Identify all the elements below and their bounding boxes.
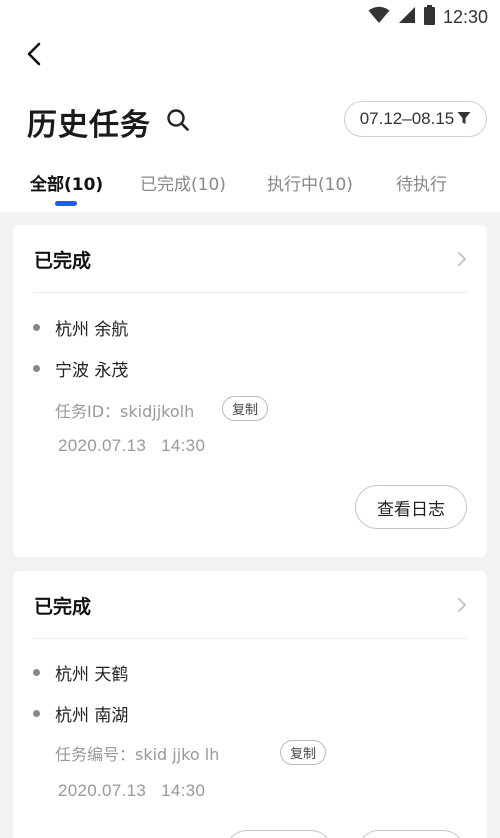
back-button[interactable]: [18, 38, 50, 74]
battery-icon: [423, 5, 435, 29]
task-id: 任务编号：skid jjko lh: [55, 745, 220, 764]
task-time: 2020.07.13 14:30: [58, 436, 206, 455]
active-tab-indicator: [55, 201, 77, 206]
search-icon: [166, 108, 190, 136]
route-end: 杭州 南湖: [33, 701, 128, 726]
route-start-label: 杭州 天鹤: [55, 665, 129, 685]
status-time: 12:30: [442, 6, 488, 27]
tab-completed[interactable]: 已完成(10): [140, 170, 226, 195]
card-action-button[interactable]: [357, 830, 465, 838]
back-arrow-icon: [26, 42, 42, 70]
task-card[interactable]: 已完成 杭州 余航 宁波 永茂 任务ID：skidjjkolh 复制 2020.…: [13, 225, 487, 557]
copy-button[interactable]: 复制: [222, 396, 269, 421]
route-start: 杭州 余航: [33, 315, 128, 340]
route-end-label: 宁波 永茂: [55, 361, 129, 381]
signal-icon: [398, 6, 416, 28]
status-bar: 12:30: [0, 0, 500, 34]
filter-icon: [457, 110, 471, 129]
route-end: 宁波 永茂: [33, 356, 128, 381]
card-divider: [33, 638, 467, 639]
search-button[interactable]: [164, 108, 192, 136]
route-end-label: 杭州 南湖: [55, 706, 129, 726]
page-title: 历史任务: [27, 108, 151, 143]
card-action-button[interactable]: [225, 830, 333, 838]
route-dot-icon: [33, 669, 40, 676]
status-icons: 12:30: [368, 5, 488, 29]
route-dot-icon: [33, 365, 40, 372]
view-log-button[interactable]: 查看日志: [355, 485, 467, 529]
date-range-text: 07.12–08.15: [359, 109, 455, 128]
task-status: 已完成: [34, 596, 92, 618]
chevron-right-icon[interactable]: [455, 249, 469, 269]
route-start: 杭州 天鹤: [33, 660, 128, 685]
task-id: 任务ID：skidjjkolh: [55, 402, 195, 421]
wifi-icon: [368, 6, 390, 28]
task-time: 2020.07.13 14:30: [58, 781, 206, 800]
chevron-right-icon[interactable]: [455, 595, 469, 615]
tab-all[interactable]: 全部(10): [30, 170, 103, 195]
card-divider: [33, 292, 467, 293]
route-dot-icon: [33, 710, 40, 717]
route-dot-icon: [33, 324, 40, 331]
tab-pending[interactable]: 待执行: [396, 170, 447, 195]
tab-in-progress[interactable]: 执行中(10): [267, 170, 353, 195]
copy-button[interactable]: 复制: [280, 740, 327, 765]
task-status: 已完成: [34, 250, 92, 272]
date-range-filter[interactable]: 07.12–08.15: [344, 101, 487, 137]
task-card[interactable]: 已完成 杭州 天鹤 杭州 南湖 任务编号：skid jjko lh 复制 202…: [13, 571, 487, 838]
route-start-label: 杭州 余航: [55, 320, 129, 340]
